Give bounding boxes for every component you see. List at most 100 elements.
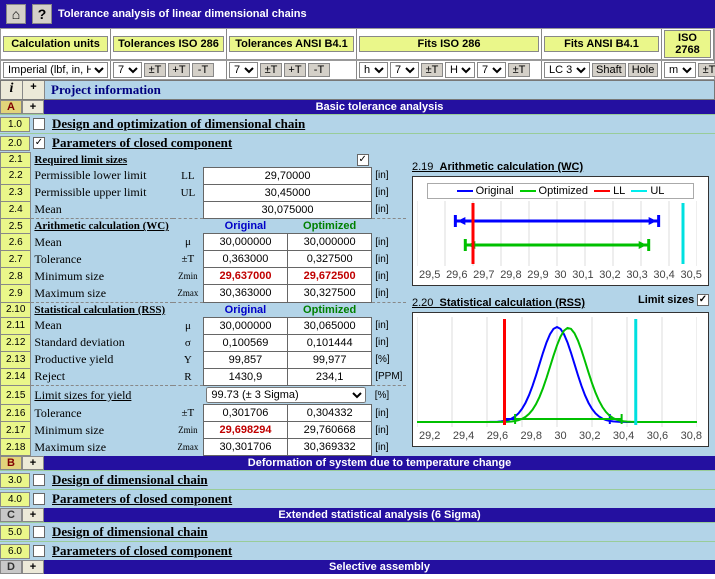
mean-label: Mean bbox=[31, 201, 173, 219]
pT-btn2[interactable]: +T bbox=[284, 63, 306, 77]
v2.11a: 30,000000 bbox=[203, 317, 287, 334]
v2.9a: 30,363000 bbox=[203, 285, 287, 303]
label-5.0: Design of dimensional chain bbox=[48, 523, 715, 541]
sigma-select[interactable]: 99.73 (± 3 Sigma) bbox=[206, 387, 366, 403]
expand-i[interactable]: + bbox=[23, 81, 45, 99]
v2.13b: 99,977 bbox=[288, 351, 372, 368]
chk-3.0[interactable] bbox=[33, 474, 45, 486]
mT-btn2[interactable]: -T bbox=[308, 63, 330, 77]
section-D-label: D bbox=[0, 560, 22, 574]
section-A-title: Basic tolerance analysis bbox=[44, 100, 715, 114]
chart2-axis: 29,229,429,629,83030,230,430,630,8 bbox=[417, 430, 704, 442]
chart-arithmetic: Original Optimized LL UL 29,529,629,729,… bbox=[412, 176, 709, 286]
chk-1.0[interactable] bbox=[33, 118, 45, 130]
pmT-btn2[interactable]: ±T bbox=[260, 63, 282, 77]
shaft-btn[interactable]: Shaft bbox=[592, 63, 626, 77]
v2.12a: 0,100569 bbox=[203, 334, 287, 351]
v2.17b: 29,760668 bbox=[288, 422, 372, 439]
chk-4.0[interactable] bbox=[33, 493, 45, 505]
fit-7b[interactable]: 7 bbox=[477, 62, 506, 78]
v2.7b: 0,327500 bbox=[288, 251, 372, 268]
num-2.20: 2.20 bbox=[412, 297, 440, 309]
limit-sizes-yield: Limit sizes for yield bbox=[31, 386, 173, 405]
ansi-b41-label: Tolerances ANSI B4.1 bbox=[229, 36, 354, 52]
label-4.0: Parameters of closed component bbox=[48, 490, 715, 508]
v2.18b: 30,369332 bbox=[288, 439, 372, 456]
app-icon[interactable]: ⌂ bbox=[6, 4, 26, 24]
chk-5.0[interactable] bbox=[33, 526, 45, 538]
section-A: A + Basic tolerance analysis bbox=[0, 100, 715, 114]
units-select[interactable]: Imperial (lbf, in, HP...) bbox=[3, 62, 108, 78]
toolbar-labels: Calculation units Tolerances ISO 286 Tol… bbox=[0, 28, 715, 60]
sym-UL: UL bbox=[173, 184, 203, 201]
row-1.0: 1.0 Design and optimization of dimension… bbox=[0, 114, 715, 133]
chk-2.0[interactable] bbox=[33, 137, 45, 149]
val-lower[interactable]: 29,70000 bbox=[203, 167, 371, 184]
iso286-label: Tolerances ISO 286 bbox=[113, 36, 224, 52]
app-title: Tolerance analysis of linear dimensional… bbox=[58, 8, 307, 20]
m-select[interactable]: m bbox=[664, 62, 696, 78]
v2.7a: 0,363000 bbox=[203, 251, 287, 268]
label-1.0: Design and optimization of dimensional c… bbox=[48, 115, 715, 133]
hdr-optimized: Optimized bbox=[288, 219, 372, 234]
v2.18a: 30,301706 bbox=[203, 439, 287, 456]
v2.11b: 30,065000 bbox=[288, 317, 372, 334]
v2.6b: 30,000000 bbox=[288, 234, 372, 251]
section-A-label: A bbox=[0, 100, 22, 114]
chk-2.1[interactable] bbox=[357, 154, 369, 166]
v2.8a: 29,637000 bbox=[203, 268, 287, 285]
section-B-label: B bbox=[0, 456, 22, 470]
expand-B[interactable]: + bbox=[22, 456, 44, 470]
chk-limit-sizes[interactable] bbox=[697, 294, 709, 306]
chk-6.0[interactable] bbox=[33, 545, 45, 557]
label-3.0: Design of dimensional chain bbox=[48, 471, 715, 489]
v2.8b: 29,672500 bbox=[288, 268, 372, 285]
help-icon[interactable]: ? bbox=[32, 4, 52, 24]
fit-H[interactable]: H bbox=[445, 62, 475, 78]
expand-D[interactable]: + bbox=[22, 560, 44, 574]
fit-h[interactable]: h bbox=[359, 62, 388, 78]
val-upper[interactable]: 30,45000 bbox=[203, 184, 371, 201]
pmT-btn3[interactable]: ±T bbox=[698, 63, 715, 77]
v2.12b: 0,101444 bbox=[288, 334, 372, 351]
project-info-row: i + Project information bbox=[0, 80, 715, 100]
row-2.0: 2.0 Parameters of closed component bbox=[0, 133, 715, 152]
mT-btn[interactable]: -T bbox=[192, 63, 214, 77]
pT-btn[interactable]: +T bbox=[168, 63, 190, 77]
v2.17a: 29,698294 bbox=[203, 422, 287, 439]
expand-A[interactable]: + bbox=[22, 100, 44, 114]
hdr-original: Original bbox=[203, 219, 287, 234]
num-1.0: 1.0 bbox=[0, 117, 30, 132]
titlebar: ⌂ ? Tolerance analysis of linear dimensi… bbox=[0, 0, 715, 28]
arith-calc-head: Arithmetic calculation (WC) bbox=[31, 219, 173, 234]
iso286-val[interactable]: 7 bbox=[113, 62, 142, 78]
section-D-title: Selective assembly bbox=[44, 560, 715, 574]
lc3-select[interactable]: LC 3 bbox=[544, 62, 590, 78]
params-table: 2.1Required limit sizes 2.2Permissible l… bbox=[0, 152, 406, 456]
chart1-svg bbox=[417, 201, 697, 266]
chart-statistical: 29,229,429,629,83030,230,430,630,8 bbox=[412, 312, 709, 447]
section-B: B + Deformation of system due to tempera… bbox=[0, 456, 715, 470]
fit-pmT2[interactable]: ±T bbox=[508, 63, 530, 77]
fit-pmT[interactable]: ±T bbox=[421, 63, 443, 77]
sym-LL: LL bbox=[173, 167, 203, 184]
toolbar-controls: Imperial (lbf, in, HP...) 7 ±T +T -T 7 ±… bbox=[0, 60, 715, 80]
v2.14b: 234,1 bbox=[288, 368, 372, 386]
section-B-title: Deformation of system due to temperature… bbox=[44, 456, 715, 470]
num-2.19: 2.19 bbox=[412, 161, 440, 173]
hole-btn[interactable]: Hole bbox=[628, 63, 659, 77]
label-6.0: Parameters of closed component bbox=[48, 542, 715, 560]
ansi-val[interactable]: 7 bbox=[229, 62, 258, 78]
v2.13a: 99,857 bbox=[203, 351, 287, 368]
fit-7a[interactable]: 7 bbox=[390, 62, 419, 78]
perm-upper-label: Permissible upper limit bbox=[31, 184, 173, 201]
v2.14a: 1430,9 bbox=[203, 368, 287, 386]
section-C-title: Extended statistical analysis (6 Sigma) bbox=[44, 508, 715, 522]
chart1-title: Arithmetic calculation (WC) bbox=[440, 161, 584, 173]
pmT-btn[interactable]: ±T bbox=[144, 63, 166, 77]
expand-C[interactable]: + bbox=[22, 508, 44, 522]
chart2-title: Statistical calculation (RSS) bbox=[440, 297, 585, 309]
section-D: D + Selective assembly bbox=[0, 560, 715, 574]
num-2.0: 2.0 bbox=[0, 136, 30, 151]
v2.6a: 30,000000 bbox=[203, 234, 287, 251]
